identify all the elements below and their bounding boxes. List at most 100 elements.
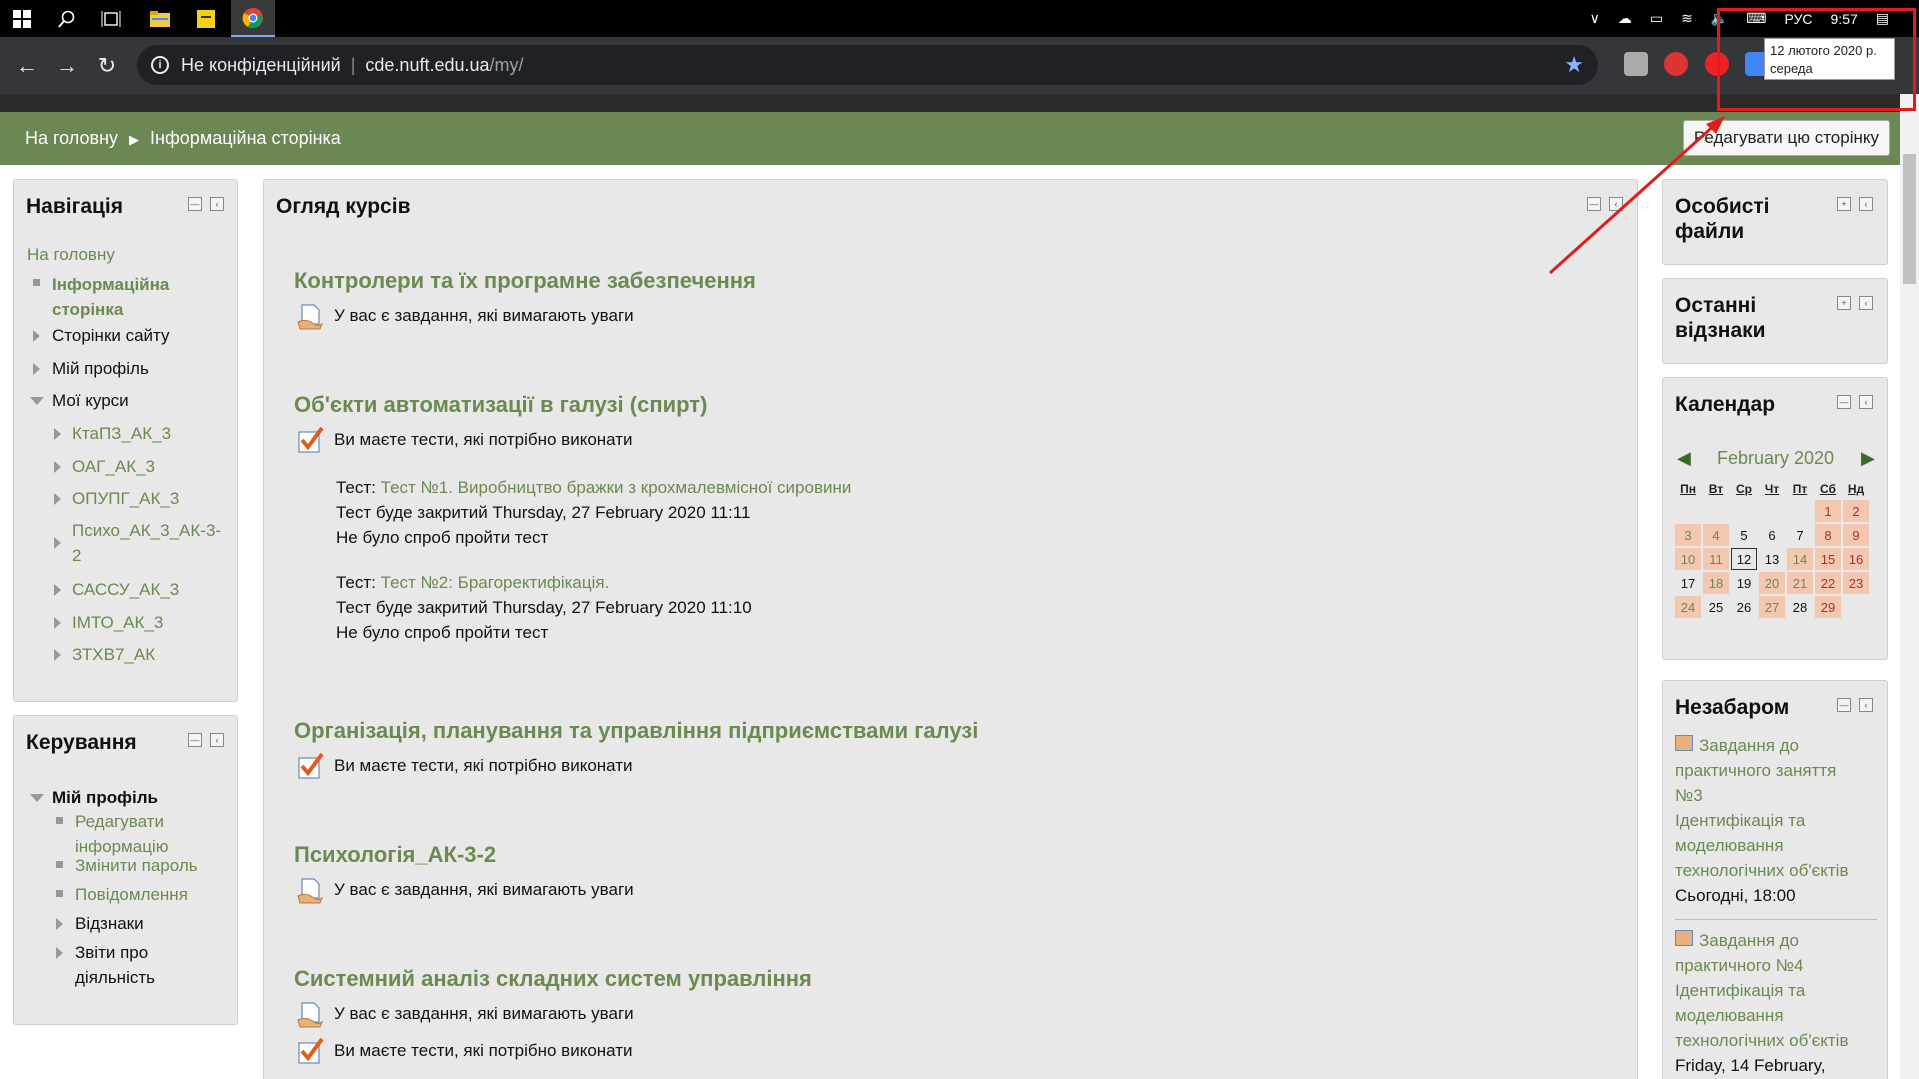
breadcrumb-current[interactable]: Інформаційна сторінка	[150, 128, 341, 148]
collapse-icon[interactable]: —	[1837, 395, 1851, 409]
nav-course-item[interactable]: КтаПЗ_АК_3	[72, 421, 171, 446]
calendar-day[interactable]: 7	[1787, 524, 1813, 546]
calendar-day[interactable]: 13	[1759, 548, 1785, 570]
admin-grades[interactable]: Відзнаки	[75, 911, 144, 936]
course-title-link[interactable]: Об'єкти автоматизації в галузі (спирт)	[294, 392, 707, 418]
breadcrumb-home[interactable]: На головну	[25, 128, 118, 148]
nav-my-courses[interactable]: Мої курси	[52, 388, 129, 413]
sticky-notes-icon[interactable]	[186, 0, 226, 37]
bookmark-star-icon[interactable]: ★	[1564, 52, 1584, 78]
admin-my-profile[interactable]: Мій профіль	[52, 785, 158, 810]
cloud-icon[interactable]: ☁	[1618, 10, 1632, 27]
calendar-day[interactable]: 4	[1703, 524, 1729, 546]
collapse-icon[interactable]: —	[188, 733, 202, 747]
windows-start-icon[interactable]	[2, 0, 42, 37]
chrome-taskbar-icon[interactable]	[231, 0, 275, 37]
calendar-day-today[interactable]: 12	[1731, 548, 1757, 570]
nav-home[interactable]: На головну	[27, 242, 115, 267]
calendar-day[interactable]: 20	[1759, 572, 1785, 594]
admin-change-password[interactable]: Змінити пароль	[75, 853, 198, 878]
upcoming-when[interactable]: Friday, 14 February,	[1675, 1056, 1826, 1075]
dock-icon[interactable]: ‹	[1859, 296, 1873, 310]
calendar-day[interactable]: 3	[1675, 524, 1701, 546]
admin-messages[interactable]: Повідомлення	[75, 882, 188, 907]
nav-site-pages[interactable]: Сторінки сайту	[52, 323, 170, 348]
page-scrollbar[interactable]	[1900, 94, 1919, 1079]
course-title-link[interactable]: Контролери та їх програмне забезпечення	[294, 268, 756, 294]
dock-icon[interactable]: ‹	[210, 197, 224, 211]
expand-icon[interactable]	[54, 617, 61, 629]
calendar-day[interactable]: 2	[1843, 500, 1869, 522]
nav-course-item[interactable]: ІМТО_АК_3	[72, 610, 163, 635]
expand-block-icon[interactable]: +	[1837, 296, 1851, 310]
course-title-link[interactable]: Психологія_АК-3-2	[294, 842, 496, 868]
admin-edit-info[interactable]: Редагувати інформацію	[75, 809, 168, 859]
wifi-icon[interactable]: ≋	[1681, 10, 1693, 27]
expand-block-icon[interactable]: +	[1837, 197, 1851, 211]
calendar-day[interactable]: 23	[1843, 572, 1869, 594]
file-explorer-icon[interactable]	[140, 0, 180, 37]
chevron-up-icon[interactable]: ∨	[1590, 10, 1600, 27]
course-title-link[interactable]: Системний аналіз складних систем управлі…	[294, 966, 812, 992]
nav-course-item[interactable]: ЗТХВ7_АК	[72, 642, 155, 667]
calendar-day[interactable]: 6	[1759, 524, 1785, 546]
calendar-day[interactable]: 25	[1703, 596, 1729, 618]
calendar-day[interactable]: 21	[1787, 572, 1813, 594]
collapse-tree-icon[interactable]	[30, 397, 44, 405]
nav-course-item[interactable]: ОПУПГ_АК_3	[72, 486, 179, 511]
admin-reports[interactable]: Звіти про діяльність	[75, 940, 155, 990]
test-link[interactable]: Тест №2: Брагоректифікація.	[381, 573, 610, 592]
nav-info-page[interactable]: Інформаційна сторінка	[52, 272, 169, 322]
calendar-day[interactable]: 1	[1815, 500, 1841, 522]
nav-course-item[interactable]: САССУ_АК_3	[72, 577, 179, 602]
calendar-day[interactable]: 8	[1815, 524, 1841, 546]
calendar-day[interactable]: 28	[1787, 596, 1813, 618]
calendar-day[interactable]: 10	[1675, 548, 1701, 570]
expand-icon[interactable]	[54, 537, 61, 549]
expand-icon[interactable]	[54, 584, 61, 596]
expand-icon[interactable]	[54, 428, 61, 440]
calendar-day[interactable]: 29	[1815, 596, 1841, 618]
calendar-day[interactable]: 27	[1759, 596, 1785, 618]
upcoming-when[interactable]: Сьогодні	[1675, 886, 1744, 905]
calendar-day[interactable]: 18	[1703, 572, 1729, 594]
upcoming-event-link[interactable]: Завдання до	[1699, 931, 1799, 950]
expand-icon[interactable]	[54, 493, 61, 505]
calendar-day[interactable]: 16	[1843, 548, 1869, 570]
calendar-day[interactable]: 26	[1731, 596, 1757, 618]
collapse-tree-icon[interactable]	[30, 794, 44, 802]
calendar-day[interactable]: 14	[1787, 548, 1813, 570]
battery-icon[interactable]: ▭	[1650, 10, 1663, 27]
calendar-day[interactable]: 17	[1675, 572, 1701, 594]
expand-icon[interactable]	[56, 918, 63, 930]
scrollbar-thumb[interactable]	[1903, 154, 1916, 284]
reload-icon[interactable]: ↻	[92, 51, 122, 81]
expand-icon[interactable]	[33, 363, 40, 375]
back-arrow-icon[interactable]: ←	[12, 51, 42, 81]
search-icon[interactable]	[47, 0, 87, 37]
calendar-day[interactable]: 9	[1843, 524, 1869, 546]
expand-icon[interactable]	[56, 947, 63, 959]
nav-my-profile[interactable]: Мій профіль	[52, 356, 149, 381]
dock-icon[interactable]: ‹	[1859, 197, 1873, 211]
prev-month-icon[interactable]: ◀	[1677, 448, 1691, 469]
nav-course-item[interactable]: ОАГ_АК_3	[72, 454, 155, 479]
course-title-link[interactable]: Організація, планування та управління пі…	[294, 718, 978, 744]
dock-icon[interactable]: ‹	[1859, 395, 1873, 409]
expand-icon[interactable]	[33, 330, 40, 342]
test-link[interactable]: Тест №1. Виробництво бражки з крохмалевм…	[381, 478, 852, 497]
next-month-icon[interactable]: ▶	[1861, 448, 1875, 469]
task-view-icon[interactable]	[91, 0, 131, 37]
address-bar[interactable]: i Не конфіденційний | cde.nuft.edu.ua/my…	[137, 45, 1598, 85]
extension-icon[interactable]	[1624, 52, 1648, 76]
calendar-day[interactable]: 22	[1815, 572, 1841, 594]
calendar-day[interactable]: 19	[1731, 572, 1757, 594]
calendar-day[interactable]: 15	[1815, 548, 1841, 570]
calendar-day[interactable]: 5	[1731, 524, 1757, 546]
expand-icon[interactable]	[54, 649, 61, 661]
upcoming-event-link[interactable]: Завдання до	[1699, 736, 1799, 755]
calendar-day[interactable]: 11	[1703, 548, 1729, 570]
nav-course-item[interactable]: Психо_АК_3_АК-3- 2	[72, 518, 221, 568]
collapse-icon[interactable]: —	[1837, 698, 1851, 712]
calendar-day[interactable]: 24	[1675, 596, 1701, 618]
